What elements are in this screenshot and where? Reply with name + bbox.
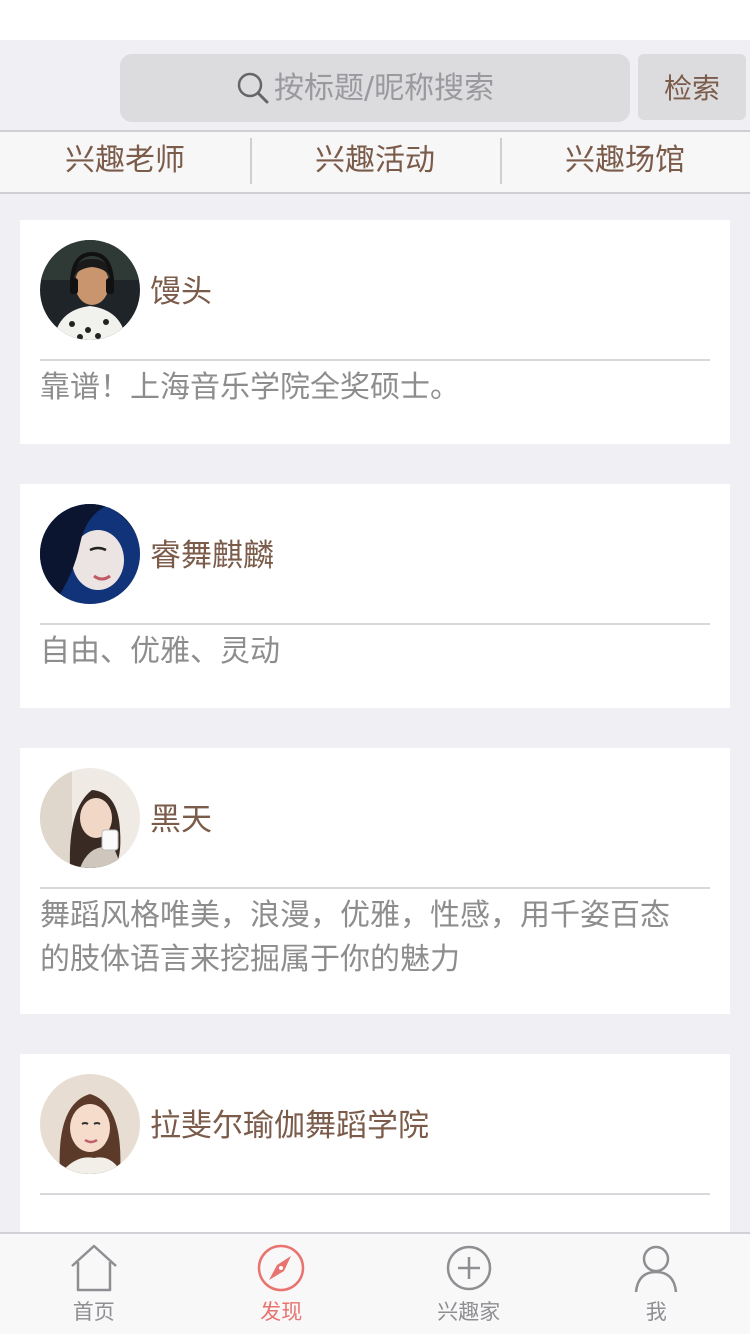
teacher-name: 黑天: [150, 802, 212, 838]
teacher-name: 馒头: [150, 274, 212, 310]
tabbar-label: 发现: [260, 1300, 303, 1324]
teacher-card[interactable]: 馒头 靠谱！上海音乐学院全奖硕士。: [20, 220, 730, 444]
avatar-woman-portrait: [40, 1074, 140, 1174]
teacher-description: 靠谱！上海音乐学院全奖硕士。: [40, 370, 460, 405]
teacher-name: 拉斐尔瑜伽舞蹈学院: [150, 1108, 429, 1144]
tabbar-label: 首页: [72, 1300, 115, 1324]
teacher-card[interactable]: 黑天 舞蹈风格唯美，浪漫，优雅，性感，用千姿百态的肢体语言来挖掘属于你的魅力: [20, 748, 730, 1014]
search-icon: [236, 71, 270, 105]
teacher-card[interactable]: 拉斐尔瑜伽舞蹈学院: [20, 1054, 730, 1254]
tabbar-label: 我: [645, 1300, 667, 1324]
compass-icon: [258, 1244, 305, 1292]
card-divider: [40, 1193, 710, 1195]
teacher-name: 睿舞麒麟: [150, 538, 274, 574]
card-divider: [40, 359, 710, 361]
tabbar-item-discover[interactable]: 发现: [188, 1234, 376, 1334]
card-divider: [40, 887, 710, 889]
teacher-description: 自由、优雅、灵动: [40, 634, 280, 669]
card-divider: [40, 623, 710, 625]
avatar-woman-cup: [40, 768, 140, 868]
search-box[interactable]: [120, 54, 630, 122]
person-icon: [635, 1245, 678, 1293]
status-bar: [0, 0, 750, 40]
bottom-tab-bar: 首页 发现 兴趣家 我: [0, 1232, 750, 1334]
tabbar-item-interest-home[interactable]: 兴趣家: [375, 1234, 563, 1334]
category-tabs: 兴趣老师 兴趣活动 兴趣场馆: [0, 132, 750, 194]
search-button[interactable]: 检索: [638, 54, 746, 120]
plus-circle-icon: [446, 1245, 491, 1291]
teacher-description: 舞蹈风格唯美，浪漫，优雅，性感，用千姿百态的肢体语言来挖掘属于你的魅力: [40, 898, 670, 977]
search-input[interactable]: [274, 70, 514, 106]
tabbar-item-me[interactable]: 我: [563, 1234, 750, 1334]
avatar-woman-blue: [40, 504, 140, 604]
tabbar-item-home[interactable]: 首页: [0, 1234, 188, 1334]
tab-interest-venues[interactable]: 兴趣场馆: [500, 132, 750, 192]
home-icon: [70, 1244, 117, 1292]
teacher-card[interactable]: 睿舞麒麟 自由、优雅、灵动: [20, 484, 730, 708]
tab-interest-teachers[interactable]: 兴趣老师: [0, 132, 250, 192]
search-bar: 检索: [0, 40, 750, 132]
avatar-man-headphones: [40, 240, 140, 340]
tabbar-label: 兴趣家: [437, 1300, 501, 1324]
tab-interest-activities[interactable]: 兴趣活动: [250, 132, 500, 192]
